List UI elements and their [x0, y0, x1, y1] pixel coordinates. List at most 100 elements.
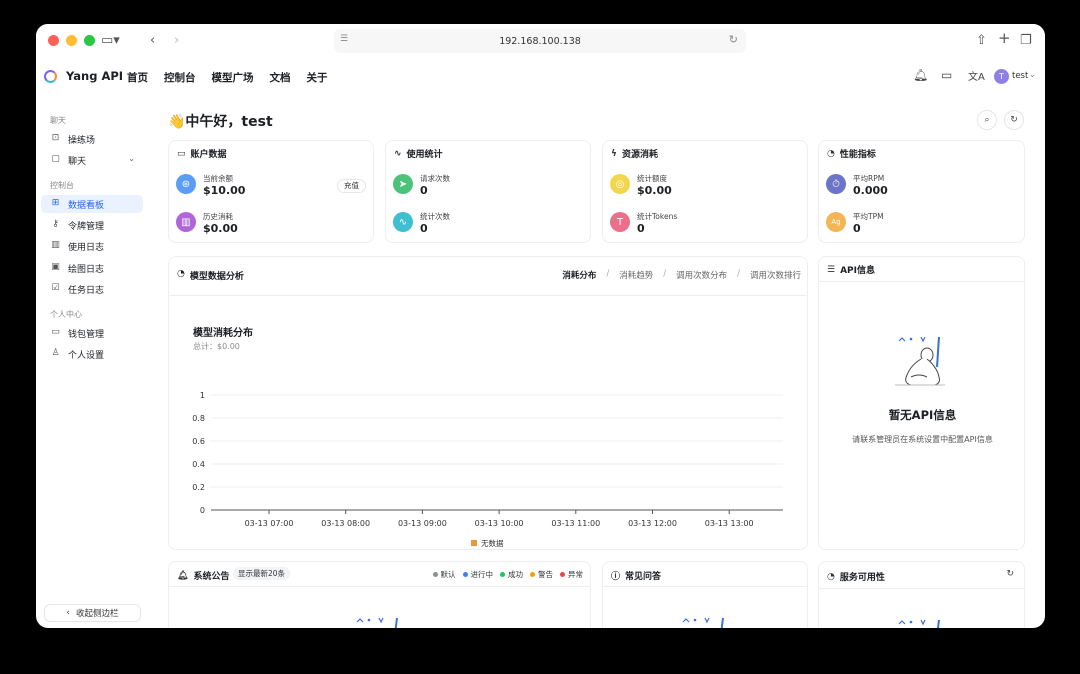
stat-value: 0 — [637, 222, 645, 235]
legend-warning: 警告 — [530, 569, 553, 580]
sidebar-item-label: 个人设置 — [68, 351, 105, 361]
latest-badge: 显示最新20条 — [233, 567, 291, 580]
legend-swatch — [471, 540, 477, 546]
new-tab-icon[interactable]: + — [998, 30, 1011, 47]
refresh-icon[interactable]: ↻ — [1006, 569, 1014, 579]
legend-error: 异常 — [560, 569, 583, 580]
sidebar-item-task-logs[interactable]: ☑ 任务日志 — [41, 280, 143, 298]
sidebar-item-usage-logs[interactable]: ▥ 使用日志 — [41, 237, 143, 255]
stat-label: 统计额度 — [637, 174, 667, 183]
sidebar-item-tokens[interactable]: ⚷ 令牌管理 — [41, 216, 143, 234]
account-card: ▭ 账户数据 ⊛ 当前余额 $10.00 充值 ▥ 历史消耗 $0.00 — [168, 140, 374, 243]
user-icon: ♙ — [51, 348, 60, 358]
y-tick-label: 0.6 — [192, 437, 205, 446]
recharge-button[interactable]: 充值 — [337, 179, 366, 193]
avatar[interactable]: T — [994, 69, 1009, 84]
ag-icon: Ag — [826, 212, 846, 232]
y-tick-label: 1 — [200, 391, 205, 400]
empty-illustration-icon — [682, 617, 724, 628]
sidebar-item-wallet[interactable]: ▭ 钱包管理 — [41, 324, 143, 342]
status-dot — [432, 572, 438, 577]
sidebar-item-label: 操练场 — [68, 136, 96, 146]
chevron-down-icon[interactable]: ⌄ — [1029, 70, 1036, 79]
stat-label: 当前余额 — [203, 174, 233, 183]
key-icon: ⚷ — [52, 219, 59, 229]
api-info-title: ☰ API信息 — [827, 263, 875, 277]
stat-value: 0 — [420, 222, 428, 235]
empty-illustration-icon — [895, 336, 945, 386]
sidebar-item-dashboard[interactable]: ⊞ 数据看板 — [41, 195, 143, 213]
wallet-icon: ▭ — [51, 327, 60, 337]
back-icon[interactable]: ‹ — [150, 32, 155, 49]
reload-icon[interactable]: ↻ — [729, 33, 738, 46]
monitor-icon[interactable]: ▭ — [941, 68, 952, 82]
sidebar-item-personal-settings[interactable]: ♙ 个人设置 — [41, 345, 143, 363]
sidebar-toggle-icon[interactable]: ▭▾ — [101, 32, 120, 49]
nav-about[interactable]: 关于 — [307, 70, 328, 85]
divider — [819, 588, 1024, 589]
legend-label: 无数据 — [481, 538, 504, 548]
share-icon[interactable]: ⇧ — [976, 32, 987, 49]
sidebar-item-label: 任务日志 — [68, 286, 105, 296]
card-title-text: 常见问答 — [625, 572, 662, 582]
y-tick-label: 0.2 — [192, 483, 205, 492]
zoom-window-button[interactable] — [84, 35, 95, 46]
status-dot — [530, 572, 535, 577]
gauge-icon: ◔ — [827, 571, 835, 582]
wallet-icon: ▭ — [177, 148, 186, 159]
user-name[interactable]: test — [1012, 71, 1028, 81]
quota-stat: ◎ 统计额度 $0.00 — [610, 174, 672, 198]
sidebar-item-chat[interactable]: ▢ 聊天 ⌄ — [41, 151, 143, 169]
refresh-button[interactable]: ↻ — [1004, 110, 1024, 130]
brand-name[interactable]: Yang API — [66, 69, 123, 83]
sidebar-item-playground[interactable]: ⊡ 操练场 — [41, 130, 143, 148]
nav-docs[interactable]: 文档 — [270, 70, 291, 85]
address-bar[interactable]: ☰ 192.168.100.138 ↻ — [334, 29, 746, 53]
divider — [169, 586, 590, 587]
collapse-sidebar-button[interactable]: ‹ 收起侧边栏 — [44, 604, 141, 622]
x-tick-label: 03-13 12:00 — [628, 519, 677, 528]
minimize-window-button[interactable] — [66, 35, 77, 46]
collapse-sidebar-label: 收起侧边栏 — [75, 609, 119, 619]
stat-value: 0 — [420, 184, 428, 197]
sidebar-section-console: 控制台 — [50, 181, 74, 190]
balance-stat: ⊛ 当前余额 $10.00 — [176, 174, 245, 198]
usage-card-title: ∿ 使用统计 — [394, 147, 443, 161]
chevron-down-icon[interactable]: ⌄ — [128, 154, 135, 163]
stat-label: 统计Tokens — [637, 212, 678, 221]
forward-icon[interactable]: › — [174, 32, 179, 49]
legend-label: 警告 — [538, 570, 553, 579]
status-dot — [560, 572, 565, 577]
close-window-button[interactable] — [48, 35, 59, 46]
search-button[interactable]: ⌕ — [977, 110, 997, 130]
performance-card: ◔ 性能指标 ⏱︎ 平均RPM 0.000 Ag 平均TPM 0 — [818, 140, 1025, 243]
consumption-chart: 0 0.2 0.4 0.6 0.8 1 03-13 07:00 03-13 08:00 03-1… — [192, 391, 783, 548]
x-tick-label: 03-13 09:00 — [398, 519, 447, 528]
nav-home[interactable]: 首页 — [127, 70, 148, 85]
translate-icon[interactable]: 文A — [968, 68, 985, 83]
tab-overview-icon[interactable]: ❐ — [1020, 32, 1032, 49]
sidebar-item-drawing-logs[interactable]: ▣ 绘图日志 — [41, 259, 143, 277]
x-tick-label: 03-13 08:00 — [321, 519, 370, 528]
pulse-icon: ∿ — [394, 148, 402, 159]
account-card-title: ▭ 账户数据 — [177, 147, 227, 161]
y-tick-label: 0.4 — [192, 460, 205, 469]
card-title-text: 系统公告 — [193, 572, 230, 582]
app-header: Yang API 首页 控制台 模型广场 文档 关于 🔔︎ ▭ 文A T tes… — [36, 58, 1045, 96]
rpm-stat: ⏱︎ 平均RPM 0.000 — [826, 174, 888, 198]
card-title-text: 使用统计 — [406, 150, 443, 160]
browser-window: ▭▾ ‹ › ☰ 192.168.100.138 ↻ ⇧ + ❐ Yang AP… — [36, 24, 1045, 628]
card-title-text: 性能指标 — [839, 150, 876, 160]
nav-console[interactable]: 控制台 — [164, 70, 196, 85]
nav-model-market[interactable]: 模型广场 — [212, 70, 254, 85]
announcements-title: 🔔︎ 系统公告 — [177, 569, 230, 583]
faq-card: ⓘ 常见问答 — [602, 561, 808, 628]
card-title-text: 服务可用性 — [839, 573, 885, 583]
stat-value: 0.000 — [853, 184, 888, 197]
legend-label: 成功 — [508, 570, 523, 579]
stat-label: 平均TPM — [853, 212, 884, 221]
sidebar-item-label: 聊天 — [68, 157, 87, 167]
page-settings-icon[interactable]: ☰ — [340, 34, 348, 44]
browser-toolbar: ▭▾ ‹ › ☰ 192.168.100.138 ↻ ⇧ + ❐ — [36, 24, 1045, 58]
bell-icon[interactable]: 🔔︎ — [913, 68, 928, 82]
